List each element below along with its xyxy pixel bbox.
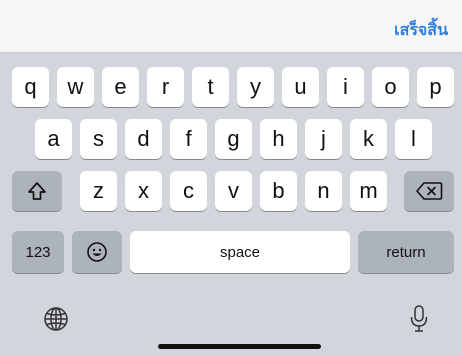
shift-button[interactable] [12,171,62,211]
emoji-icon [87,242,107,262]
key-c[interactable]: c [170,171,207,211]
done-button[interactable]: เสร็จสิ้น [394,18,448,43]
key-n[interactable]: n [305,171,342,211]
key-m[interactable]: m [350,171,387,211]
microphone-button[interactable] [404,301,434,337]
globe-icon [44,307,68,331]
delete-icon [416,182,443,200]
key-t[interactable]: t [192,67,229,107]
space-bar[interactable]: space [130,231,350,273]
numbers-button[interactable]: 123 [12,231,64,273]
key-d[interactable]: d [125,119,162,159]
key-a[interactable]: a [35,119,72,159]
delete-button[interactable] [404,171,454,211]
globe-button[interactable] [38,301,74,337]
key-y[interactable]: y [237,67,274,107]
return-button[interactable]: return [358,231,454,273]
key-i[interactable]: i [327,67,364,107]
key-k[interactable]: k [350,119,387,159]
key-z[interactable]: z [80,171,117,211]
keyboard-toolbar: เสร็จสิ้น [0,0,462,53]
emoji-button[interactable] [72,231,122,273]
keyboard: q w e r t y u i o p a s d f g h j k l z … [0,53,462,355]
key-l[interactable]: l [395,119,432,159]
key-s[interactable]: s [80,119,117,159]
key-e[interactable]: e [102,67,139,107]
key-q[interactable]: q [12,67,49,107]
key-w[interactable]: w [57,67,94,107]
key-j[interactable]: j [305,119,342,159]
screen: เสร็จสิ้น q w e r t y u i o p a s d f g … [0,0,462,355]
key-o[interactable]: o [372,67,409,107]
key-v[interactable]: v [215,171,252,211]
key-f[interactable]: f [170,119,207,159]
microphone-icon [410,305,428,332]
key-b[interactable]: b [260,171,297,211]
shift-icon [28,182,46,200]
key-r[interactable]: r [147,67,184,107]
key-x[interactable]: x [125,171,162,211]
key-h[interactable]: h [260,119,297,159]
key-p[interactable]: p [417,67,454,107]
home-indicator [158,344,321,349]
key-u[interactable]: u [282,67,319,107]
key-g[interactable]: g [215,119,252,159]
